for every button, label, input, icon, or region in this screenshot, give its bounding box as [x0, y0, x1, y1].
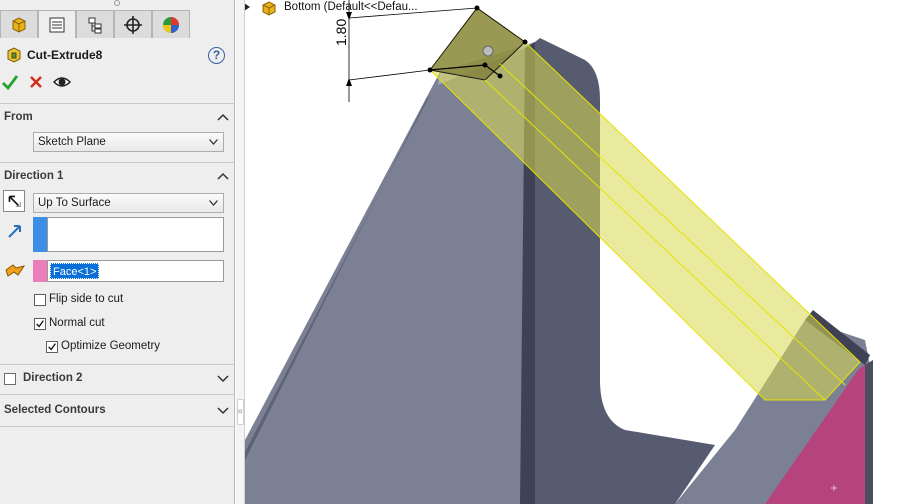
direction-vector-icon	[8, 225, 21, 238]
panel-splitter[interactable]	[236, 0, 245, 504]
panel-grip-icon[interactable]	[112, 0, 122, 6]
chevron-up-icon[interactable]	[217, 112, 229, 122]
from-select-value: Sketch Plane	[38, 136, 106, 148]
dimxpert-manager-icon	[124, 15, 142, 34]
sketch-origin-icon	[482, 45, 494, 57]
separator	[0, 364, 235, 365]
flip-side-label: Flip side to cut	[49, 293, 124, 305]
cut-extrude-icon	[7, 47, 21, 63]
manager-tabstrip	[0, 10, 235, 38]
splitter-handle[interactable]	[237, 399, 244, 425]
part-icon	[262, 1, 276, 16]
from-label: From	[4, 111, 33, 123]
cancel-icon[interactable]	[26, 72, 46, 92]
face-selection-item[interactable]: Face<1>	[50, 263, 100, 279]
expand-arrow-icon[interactable]	[245, 3, 251, 11]
tab-feature-manager[interactable]	[0, 10, 38, 38]
direction1-section-header[interactable]: Direction 1	[0, 167, 235, 187]
from-section-header[interactable]: From	[0, 108, 235, 128]
checkmark-icon	[36, 320, 44, 328]
model-scene[interactable]	[245, 0, 904, 504]
direction-color-swatch	[33, 217, 47, 252]
separator	[0, 394, 235, 395]
end-condition-select[interactable]: Up To Surface	[33, 193, 224, 213]
end-condition-value: Up To Surface	[38, 197, 111, 209]
face-color-swatch	[33, 260, 47, 282]
separator	[0, 426, 235, 427]
preview-eye-icon[interactable]	[52, 72, 72, 92]
property-manager-icon	[49, 17, 65, 32]
face-selection-box[interactable]: Face<1>	[47, 260, 224, 282]
feature-title-row: Cut-Extrude8 ?	[0, 44, 235, 68]
property-manager-panel: Cut-Extrude8 ? From Sketch Plane Directi…	[0, 0, 235, 504]
tab-configuration-manager[interactable]	[76, 10, 114, 38]
direction2-label: Direction 2	[23, 372, 83, 384]
configuration-manager-icon	[88, 17, 102, 33]
face-surface-icon	[5, 264, 26, 277]
checkmark-icon	[48, 343, 56, 351]
selected-contours-label: Selected Contours	[4, 404, 106, 416]
face-edge	[865, 360, 873, 504]
reverse-direction-button[interactable]	[3, 190, 25, 212]
separator	[0, 103, 235, 104]
tab-dimxpert-manager[interactable]	[114, 10, 152, 38]
normal-cut-checkbox[interactable]	[34, 318, 46, 330]
help-icon[interactable]: ?	[208, 47, 225, 64]
selected-contours-section-header[interactable]: Selected Contours	[0, 401, 235, 421]
feature-title: Cut-Extrude8	[27, 48, 103, 62]
optimize-geometry-label: Optimize Geometry	[61, 340, 161, 352]
chevron-down-icon	[209, 200, 218, 206]
direction2-section-header[interactable]: Direction 2	[0, 369, 235, 389]
chevron-down-icon[interactable]	[217, 373, 229, 383]
feature-manager-icon	[12, 16, 26, 33]
separator	[0, 162, 235, 163]
tree-item-label: Bottom (Default<<Defau...	[284, 1, 418, 13]
action-buttons	[0, 70, 120, 94]
chevron-down-icon[interactable]	[217, 405, 229, 415]
from-select[interactable]: Sketch Plane	[33, 132, 224, 152]
normal-cut-label: Normal cut	[49, 317, 105, 329]
direction-selection-box[interactable]	[47, 217, 224, 252]
dimension-value[interactable]: 1.80	[333, 19, 349, 46]
display-manager-icon	[163, 16, 179, 33]
tab-property-manager[interactable]	[38, 10, 76, 38]
chevron-up-icon[interactable]	[217, 171, 229, 181]
flip-side-checkbox[interactable]	[34, 294, 46, 306]
flyout-tree-item[interactable]: Bottom (Default<<Defau...	[245, 0, 495, 16]
ok-icon[interactable]	[0, 72, 20, 92]
optimize-geometry-checkbox[interactable]	[46, 341, 58, 353]
chevron-down-icon	[209, 139, 218, 145]
collapse-handle-icon	[238, 409, 242, 414]
tab-display-manager[interactable]	[152, 10, 190, 38]
direction1-label: Direction 1	[4, 170, 64, 182]
reverse-direction-icon	[8, 195, 21, 207]
graphics-area[interactable]: 1.80 Bottom (Default<<Defau...	[245, 0, 904, 504]
direction2-checkbox[interactable]	[4, 373, 16, 385]
dimension-extension-line	[348, 69, 431, 81]
